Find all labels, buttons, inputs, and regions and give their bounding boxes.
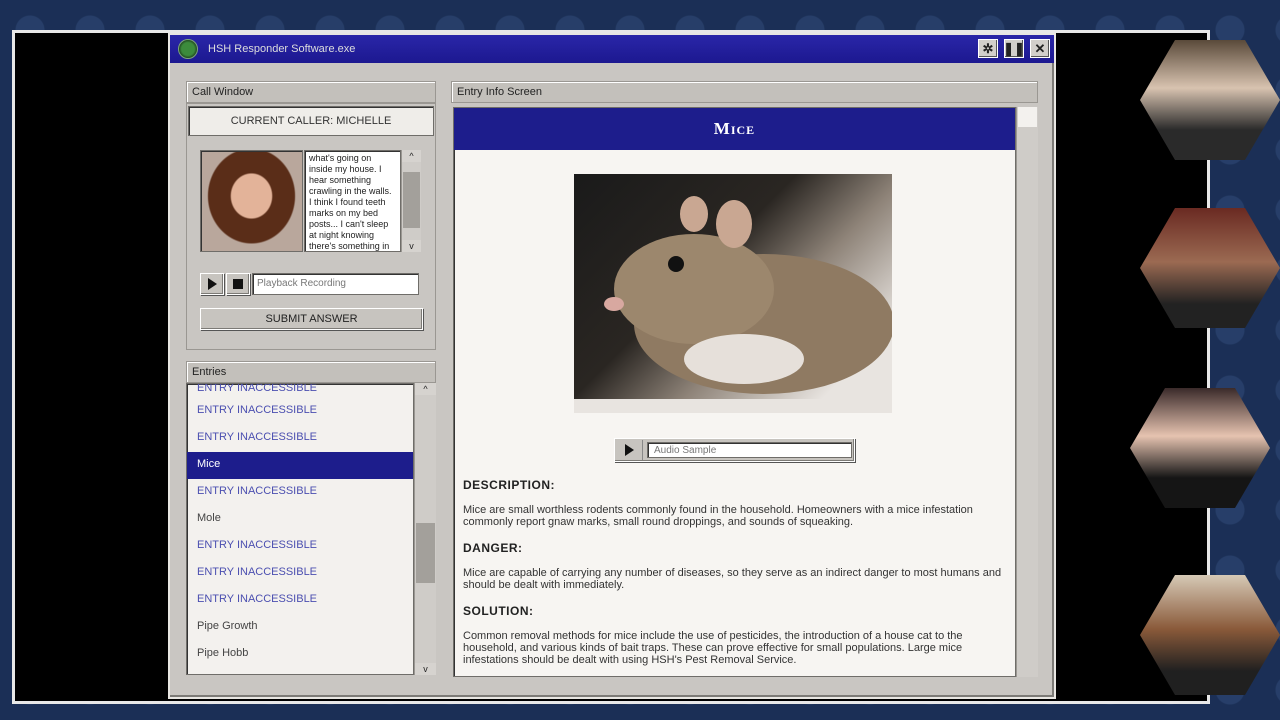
solution-heading: SOLUTION: bbox=[463, 604, 534, 618]
danger-heading: DANGER: bbox=[463, 541, 523, 555]
globe-icon bbox=[178, 39, 198, 59]
entry-info-scrollbar[interactable] bbox=[1016, 107, 1038, 677]
scroll-thumb[interactable] bbox=[403, 172, 420, 228]
list-item[interactable]: Mice bbox=[187, 452, 413, 479]
app-window: HSH Responder Software.exe ✲ ❚❚ ✕ Call W… bbox=[168, 33, 1056, 699]
title-bar: HSH Responder Software.exe bbox=[170, 35, 1054, 63]
scroll-thumb[interactable] bbox=[416, 523, 435, 583]
scroll-down-icon[interactable]: v bbox=[402, 240, 421, 252]
scroll-up-icon[interactable]: ^ bbox=[415, 383, 436, 395]
play-icon bbox=[625, 444, 634, 456]
call-window-header: Call Window bbox=[186, 81, 436, 103]
close-button[interactable]: ✕ bbox=[1030, 39, 1050, 58]
pause-button[interactable]: ❚❚ bbox=[1003, 39, 1025, 58]
list-item[interactable]: ENTRY INACCESSIBLE bbox=[187, 384, 413, 398]
audio-sample-player: Audio Sample bbox=[614, 438, 855, 462]
solution-text: Common removal methods for mice include … bbox=[463, 630, 963, 666]
transcript-scrollbar[interactable]: ^ v bbox=[401, 150, 421, 252]
entries-scrollbar[interactable]: ^ v bbox=[414, 383, 436, 675]
description-text: Mice are small worthless rodents commonl… bbox=[463, 504, 973, 528]
mouse-photo bbox=[574, 174, 892, 413]
list-item[interactable]: ENTRY INACCESSIBLE bbox=[187, 425, 413, 452]
list-item[interactable]: Pipe Hobb bbox=[187, 641, 413, 668]
entry-info-screen: Mice Audio Sample DESCRIPTION: Mice are … bbox=[453, 107, 1016, 677]
caller-photo bbox=[200, 150, 303, 252]
list-item[interactable]: ENTRY INACCESSIBLE bbox=[187, 398, 413, 425]
play-recording-button[interactable] bbox=[200, 273, 224, 295]
stop-recording-button[interactable] bbox=[226, 273, 250, 295]
submit-answer-button[interactable]: SUBMIT ANSWER bbox=[200, 308, 423, 330]
playback-recording-field[interactable]: Playback Recording bbox=[252, 273, 419, 295]
entry-info-header: Entry Info Screen bbox=[451, 81, 1038, 103]
list-item[interactable]: ENTRY INACCESSIBLE bbox=[187, 533, 413, 560]
entries-header: Entries bbox=[186, 361, 436, 383]
scroll-up-icon[interactable]: ^ bbox=[402, 150, 421, 162]
danger-text: Mice are capable of carrying any number … bbox=[463, 567, 1002, 591]
scroll-thumb[interactable] bbox=[1018, 107, 1037, 127]
list-item[interactable]: Pipe Growth bbox=[187, 614, 413, 641]
list-item[interactable]: ENTRY INACCESSIBLE bbox=[187, 587, 413, 614]
settings-gear-icon[interactable]: ✲ bbox=[978, 39, 998, 58]
scroll-down-icon[interactable]: v bbox=[415, 663, 436, 675]
mouse-illustration bbox=[574, 196, 892, 413]
list-item[interactable]: ENTRY INACCESSIBLE bbox=[187, 479, 413, 506]
stop-icon bbox=[233, 279, 243, 289]
play-audio-button[interactable] bbox=[617, 440, 643, 460]
description-heading: DESCRIPTION: bbox=[463, 478, 556, 492]
playback-controls: Playback Recording bbox=[200, 273, 419, 295]
current-caller-label: CURRENT CALLER: MICHELLE bbox=[188, 106, 434, 136]
entry-title: Mice bbox=[454, 108, 1015, 150]
list-item[interactable]: Mole bbox=[187, 506, 413, 533]
entries-list: ENTRY INACCESSIBLE ENTRY INACCESSIBLE EN… bbox=[186, 383, 414, 675]
caller-transcript: what's going on inside my house. I hear … bbox=[304, 150, 401, 252]
list-item[interactable]: ENTRY INACCESSIBLE bbox=[187, 560, 413, 587]
play-icon bbox=[207, 278, 217, 290]
audio-sample-field[interactable]: Audio Sample bbox=[647, 442, 852, 458]
window-title: HSH Responder Software.exe bbox=[208, 43, 356, 55]
